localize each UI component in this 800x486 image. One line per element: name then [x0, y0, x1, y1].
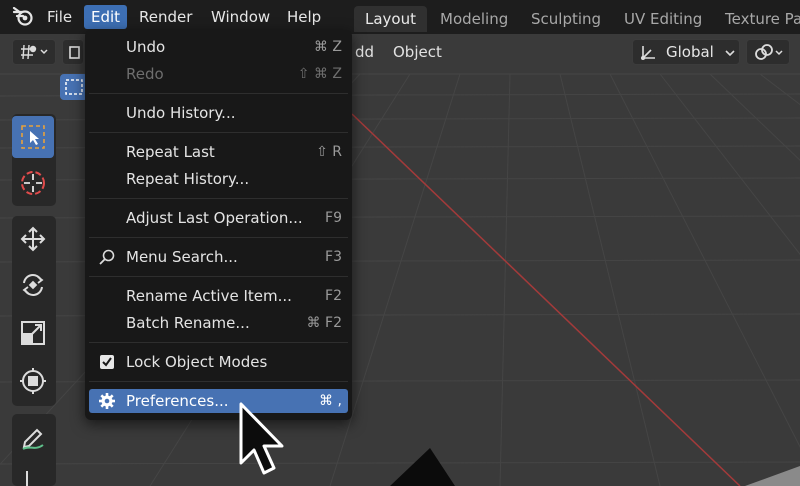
repeat-history-label: Repeat History...: [126, 170, 250, 188]
menu-item-menu-search[interactable]: Menu Search... F3: [89, 245, 348, 269]
mode-button[interactable]: [62, 39, 84, 65]
menu-help[interactable]: Help: [280, 5, 328, 29]
menu-separator: [89, 198, 348, 199]
editor-type-button[interactable]: [12, 39, 56, 65]
rotate-icon: [22, 274, 44, 296]
menu-item-undo-history[interactable]: Undo History...: [89, 101, 348, 125]
menu-item-lock-object-modes[interactable]: Lock Object Modes: [89, 350, 348, 374]
tool-cursor[interactable]: [12, 162, 54, 204]
chevron-down-icon: [725, 50, 735, 57]
batch-rename-shortcut: ⌘ F2: [306, 315, 342, 331]
tool-select-box[interactable]: [12, 116, 54, 158]
menu-separator: [89, 93, 348, 94]
menu-render[interactable]: Render: [132, 5, 199, 29]
tool-transform[interactable]: [12, 360, 54, 402]
scale-icon: [21, 321, 45, 345]
menu-file[interactable]: File: [40, 5, 79, 29]
repeat-last-label: Repeat Last: [126, 143, 215, 161]
menu-separator: [89, 381, 348, 382]
checkbox-checked-icon: [100, 355, 114, 369]
mouse-pointer-icon: [239, 402, 284, 475]
tab-sculpting[interactable]: Sculpting: [520, 6, 612, 32]
menu-item-redo: Redo ⇧ ⌘ Z: [89, 62, 348, 86]
menu-item-batch-rename[interactable]: Batch Rename... ⌘ F2: [89, 311, 348, 335]
menu-separator: [89, 132, 348, 133]
menu-window[interactable]: Window: [204, 5, 277, 29]
menu-edit[interactable]: Edit: [84, 5, 128, 29]
preferences-label: Preferences...: [126, 392, 229, 410]
menu-search-shortcut: F3: [325, 249, 342, 265]
toolbar-select-group: [12, 114, 56, 206]
menu-item-preferences[interactable]: Preferences... ⌘ ,: [89, 389, 348, 413]
preferences-shortcut: ⌘ ,: [319, 393, 342, 409]
move-arrows-icon: [20, 226, 46, 252]
orientation-axis-icon: [641, 46, 655, 60]
transform-icon: [20, 368, 46, 394]
select-box-mode-button[interactable]: [60, 74, 88, 100]
toolbar-transform-group: [12, 216, 56, 406]
blender-logo-icon[interactable]: [12, 7, 34, 27]
rename-active-label: Rename Active Item...: [126, 287, 292, 305]
menu-item-undo[interactable]: Undo ⌘ Z: [89, 35, 348, 59]
tool-scale[interactable]: [12, 312, 54, 354]
tool-rotate[interactable]: [12, 264, 54, 306]
redo-label: Redo: [126, 65, 164, 83]
repeat-last-shortcut: ⇧ R: [316, 144, 342, 160]
toolbar-annotate-group: [12, 414, 56, 486]
menu-separator: [89, 342, 348, 343]
batch-rename-label: Batch Rename...: [126, 314, 250, 332]
undo-label: Undo: [126, 38, 166, 56]
tool-move[interactable]: [12, 218, 54, 260]
orientation-label: Global: [666, 43, 714, 61]
menu-item-repeat-history[interactable]: Repeat History...: [89, 167, 348, 191]
menu-item-repeat-last[interactable]: Repeat Last ⇧ R: [89, 140, 348, 164]
annotate-pen-icon: [22, 428, 44, 450]
grey-object: [745, 466, 800, 486]
menu-separator: [89, 237, 348, 238]
menu-search-label: Menu Search...: [126, 248, 238, 266]
adjust-last-label: Adjust Last Operation...: [126, 209, 303, 227]
measure-icon: [26, 471, 28, 486]
transform-orientation-dropdown[interactable]: Global: [632, 39, 740, 65]
menu-item-adjust-last-operation[interactable]: Adjust Last Operation... F9: [89, 206, 348, 230]
3d-cursor-icon: [21, 171, 45, 195]
lock-object-modes-label: Lock Object Modes: [126, 353, 268, 371]
select-cursor-icon: [21, 125, 45, 149]
edit-menu-dropdown: Undo ⌘ Z Redo ⇧ ⌘ Z Undo History... Repe…: [85, 30, 352, 420]
dashed-box-icon: [65, 79, 83, 95]
tab-texture-paint[interactable]: Texture Pa: [714, 6, 800, 32]
tab-layout[interactable]: Layout: [354, 6, 427, 32]
redo-shortcut: ⇧ ⌘ Z: [297, 66, 342, 82]
tab-modeling[interactable]: Modeling: [429, 6, 519, 32]
link-rings-icon: [755, 44, 783, 60]
top-menu-bar: File Edit Render Window Help Layout Mode…: [0, 0, 800, 34]
x-axis-line: [351, 113, 741, 486]
grid-axis-icon: [21, 44, 48, 60]
object-menu[interactable]: Object: [393, 43, 442, 61]
add-menu[interactable]: dd: [355, 43, 374, 61]
black-object: [390, 448, 455, 486]
undo-history-label: Undo History...: [126, 104, 236, 122]
tool-measure[interactable]: [12, 460, 54, 486]
pivot-point-dropdown[interactable]: [746, 39, 790, 65]
search-icon: [99, 249, 115, 265]
tab-uv-editing[interactable]: UV Editing: [613, 6, 713, 32]
rename-active-shortcut: F2: [325, 288, 342, 304]
cube-icon: [69, 46, 80, 59]
menu-item-rename-active-item[interactable]: Rename Active Item... F2: [89, 284, 348, 308]
menu-separator: [89, 276, 348, 277]
adjust-last-shortcut: F9: [325, 210, 342, 226]
undo-shortcut: ⌘ Z: [313, 39, 342, 55]
tool-annotate[interactable]: [12, 416, 54, 458]
gear-icon: [99, 393, 115, 409]
